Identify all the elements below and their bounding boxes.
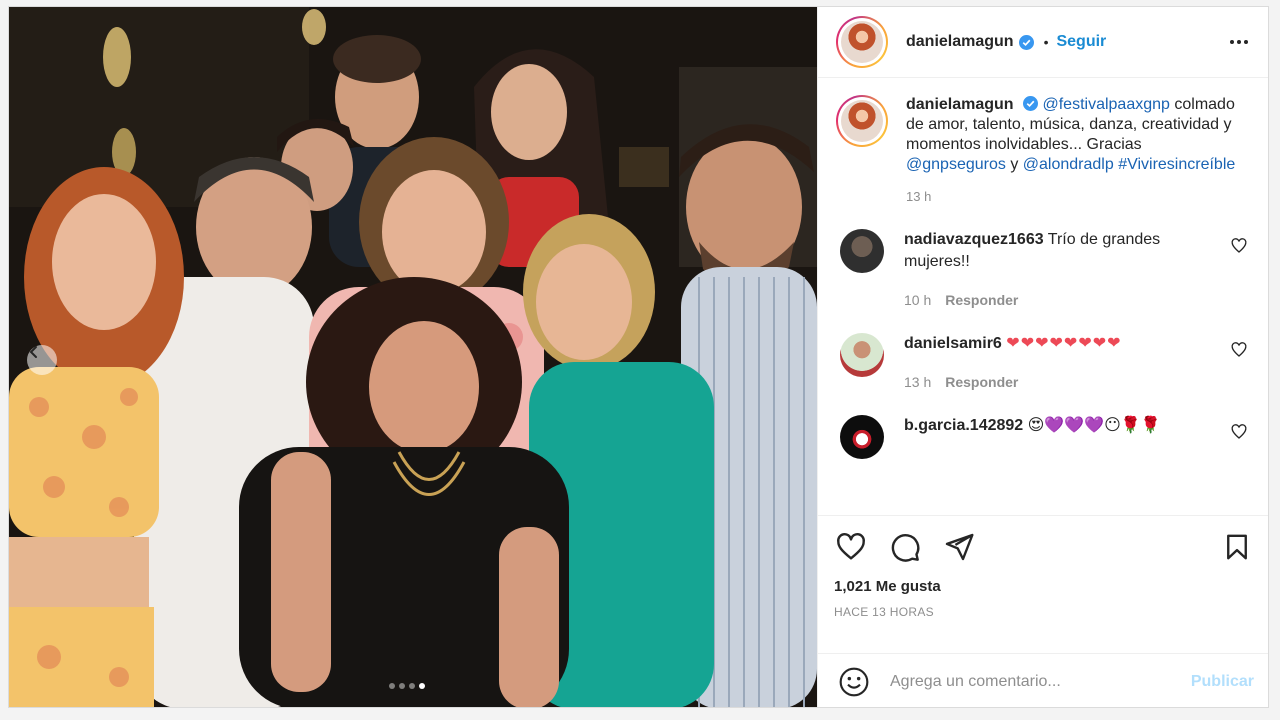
- comment-text: 😍💜💜💜😶🌹🌹: [1027, 417, 1161, 434]
- caption-mention[interactable]: @gnpseguros: [906, 156, 1006, 173]
- bookmark-icon[interactable]: [1220, 530, 1254, 564]
- comment-username[interactable]: nadiavazquez1663: [904, 231, 1044, 248]
- post-header: danielamagun • Seguir: [818, 7, 1268, 78]
- author-username[interactable]: danielamagun: [906, 33, 1014, 51]
- commenter-avatar[interactable]: [840, 415, 884, 459]
- chevron-left-icon: [29, 346, 37, 358]
- author-avatar[interactable]: [836, 16, 888, 68]
- carousel-indicator: [389, 683, 425, 689]
- publish-button[interactable]: Publicar: [1191, 673, 1254, 691]
- add-comment-bar: Publicar: [818, 653, 1268, 707]
- follow-button[interactable]: Seguir: [1056, 33, 1106, 51]
- carousel-dot: [399, 683, 405, 689]
- caption-text: y: [1010, 156, 1019, 173]
- caption-mention[interactable]: @festivalpaaxgnp: [1042, 96, 1169, 113]
- carousel-prev-button[interactable]: [27, 345, 57, 375]
- likes-count[interactable]: 1,021 Me gusta: [834, 578, 1254, 595]
- caption-avatar[interactable]: [836, 95, 888, 147]
- caption-mention[interactable]: @alondradlp: [1023, 156, 1114, 173]
- verified-badge-icon: [1023, 96, 1039, 111]
- comment-icon[interactable]: [888, 530, 922, 564]
- group-photo-illustration: [9, 7, 817, 707]
- emoji-icon[interactable]: [838, 666, 870, 698]
- comment-time: 13 h: [904, 374, 932, 390]
- post-photo[interactable]: [9, 7, 817, 707]
- carousel-dot: [409, 683, 415, 689]
- comments-list[interactable]: danielamagun @festivalpaaxgnp colmado de…: [818, 79, 1268, 515]
- post-side-panel: danielamagun • Seguir danielamagun @fest…: [817, 7, 1268, 707]
- comment-like-heart-icon[interactable]: [1230, 237, 1248, 255]
- caption-hashtag[interactable]: #Viviresincreíble: [1118, 156, 1235, 173]
- comment-item: nadiavazquez1663 Trío de grandes mujeres…: [836, 229, 1252, 311]
- comment-item: danielsamir6 ❤❤❤❤❤❤❤❤ 13 h Responder: [836, 333, 1252, 393]
- commenter-avatar[interactable]: [840, 229, 884, 273]
- reply-button[interactable]: Responder: [945, 292, 1018, 308]
- caption-time: 13 h: [906, 189, 932, 204]
- caption-username[interactable]: danielamagun: [906, 96, 1014, 113]
- comment-input[interactable]: [890, 672, 1181, 691]
- reply-button[interactable]: Responder: [945, 374, 1018, 390]
- post-timestamp: HACE 13 HORAS: [834, 605, 934, 619]
- carousel-dot: [389, 683, 395, 689]
- comment-like-heart-icon[interactable]: [1230, 341, 1248, 359]
- comment-username[interactable]: danielsamir6: [904, 335, 1002, 352]
- commenter-avatar[interactable]: [840, 333, 884, 377]
- heart-icon[interactable]: [834, 530, 868, 564]
- comment-like-heart-icon[interactable]: [1230, 423, 1248, 441]
- comment-text: ❤❤❤❤❤❤❤❤: [1006, 335, 1122, 352]
- carousel-dot-active: [419, 683, 425, 689]
- post-modal: danielamagun • Seguir danielamagun @fest…: [8, 6, 1269, 708]
- verified-badge-icon: [1018, 34, 1034, 50]
- more-options-icon[interactable]: [1224, 34, 1254, 50]
- post-caption: danielamagun @festivalpaaxgnp colmado de…: [836, 95, 1252, 207]
- header-separator: •: [1043, 34, 1049, 50]
- share-icon[interactable]: [942, 530, 976, 564]
- comment-item: b.garcia.142892 😍💜💜💜😶🌹🌹: [836, 415, 1252, 459]
- post-actions: 1,021 Me gusta HACE 13 HORAS: [818, 515, 1268, 619]
- comment-time: 10 h: [904, 292, 932, 308]
- comment-username[interactable]: b.garcia.142892: [904, 417, 1023, 434]
